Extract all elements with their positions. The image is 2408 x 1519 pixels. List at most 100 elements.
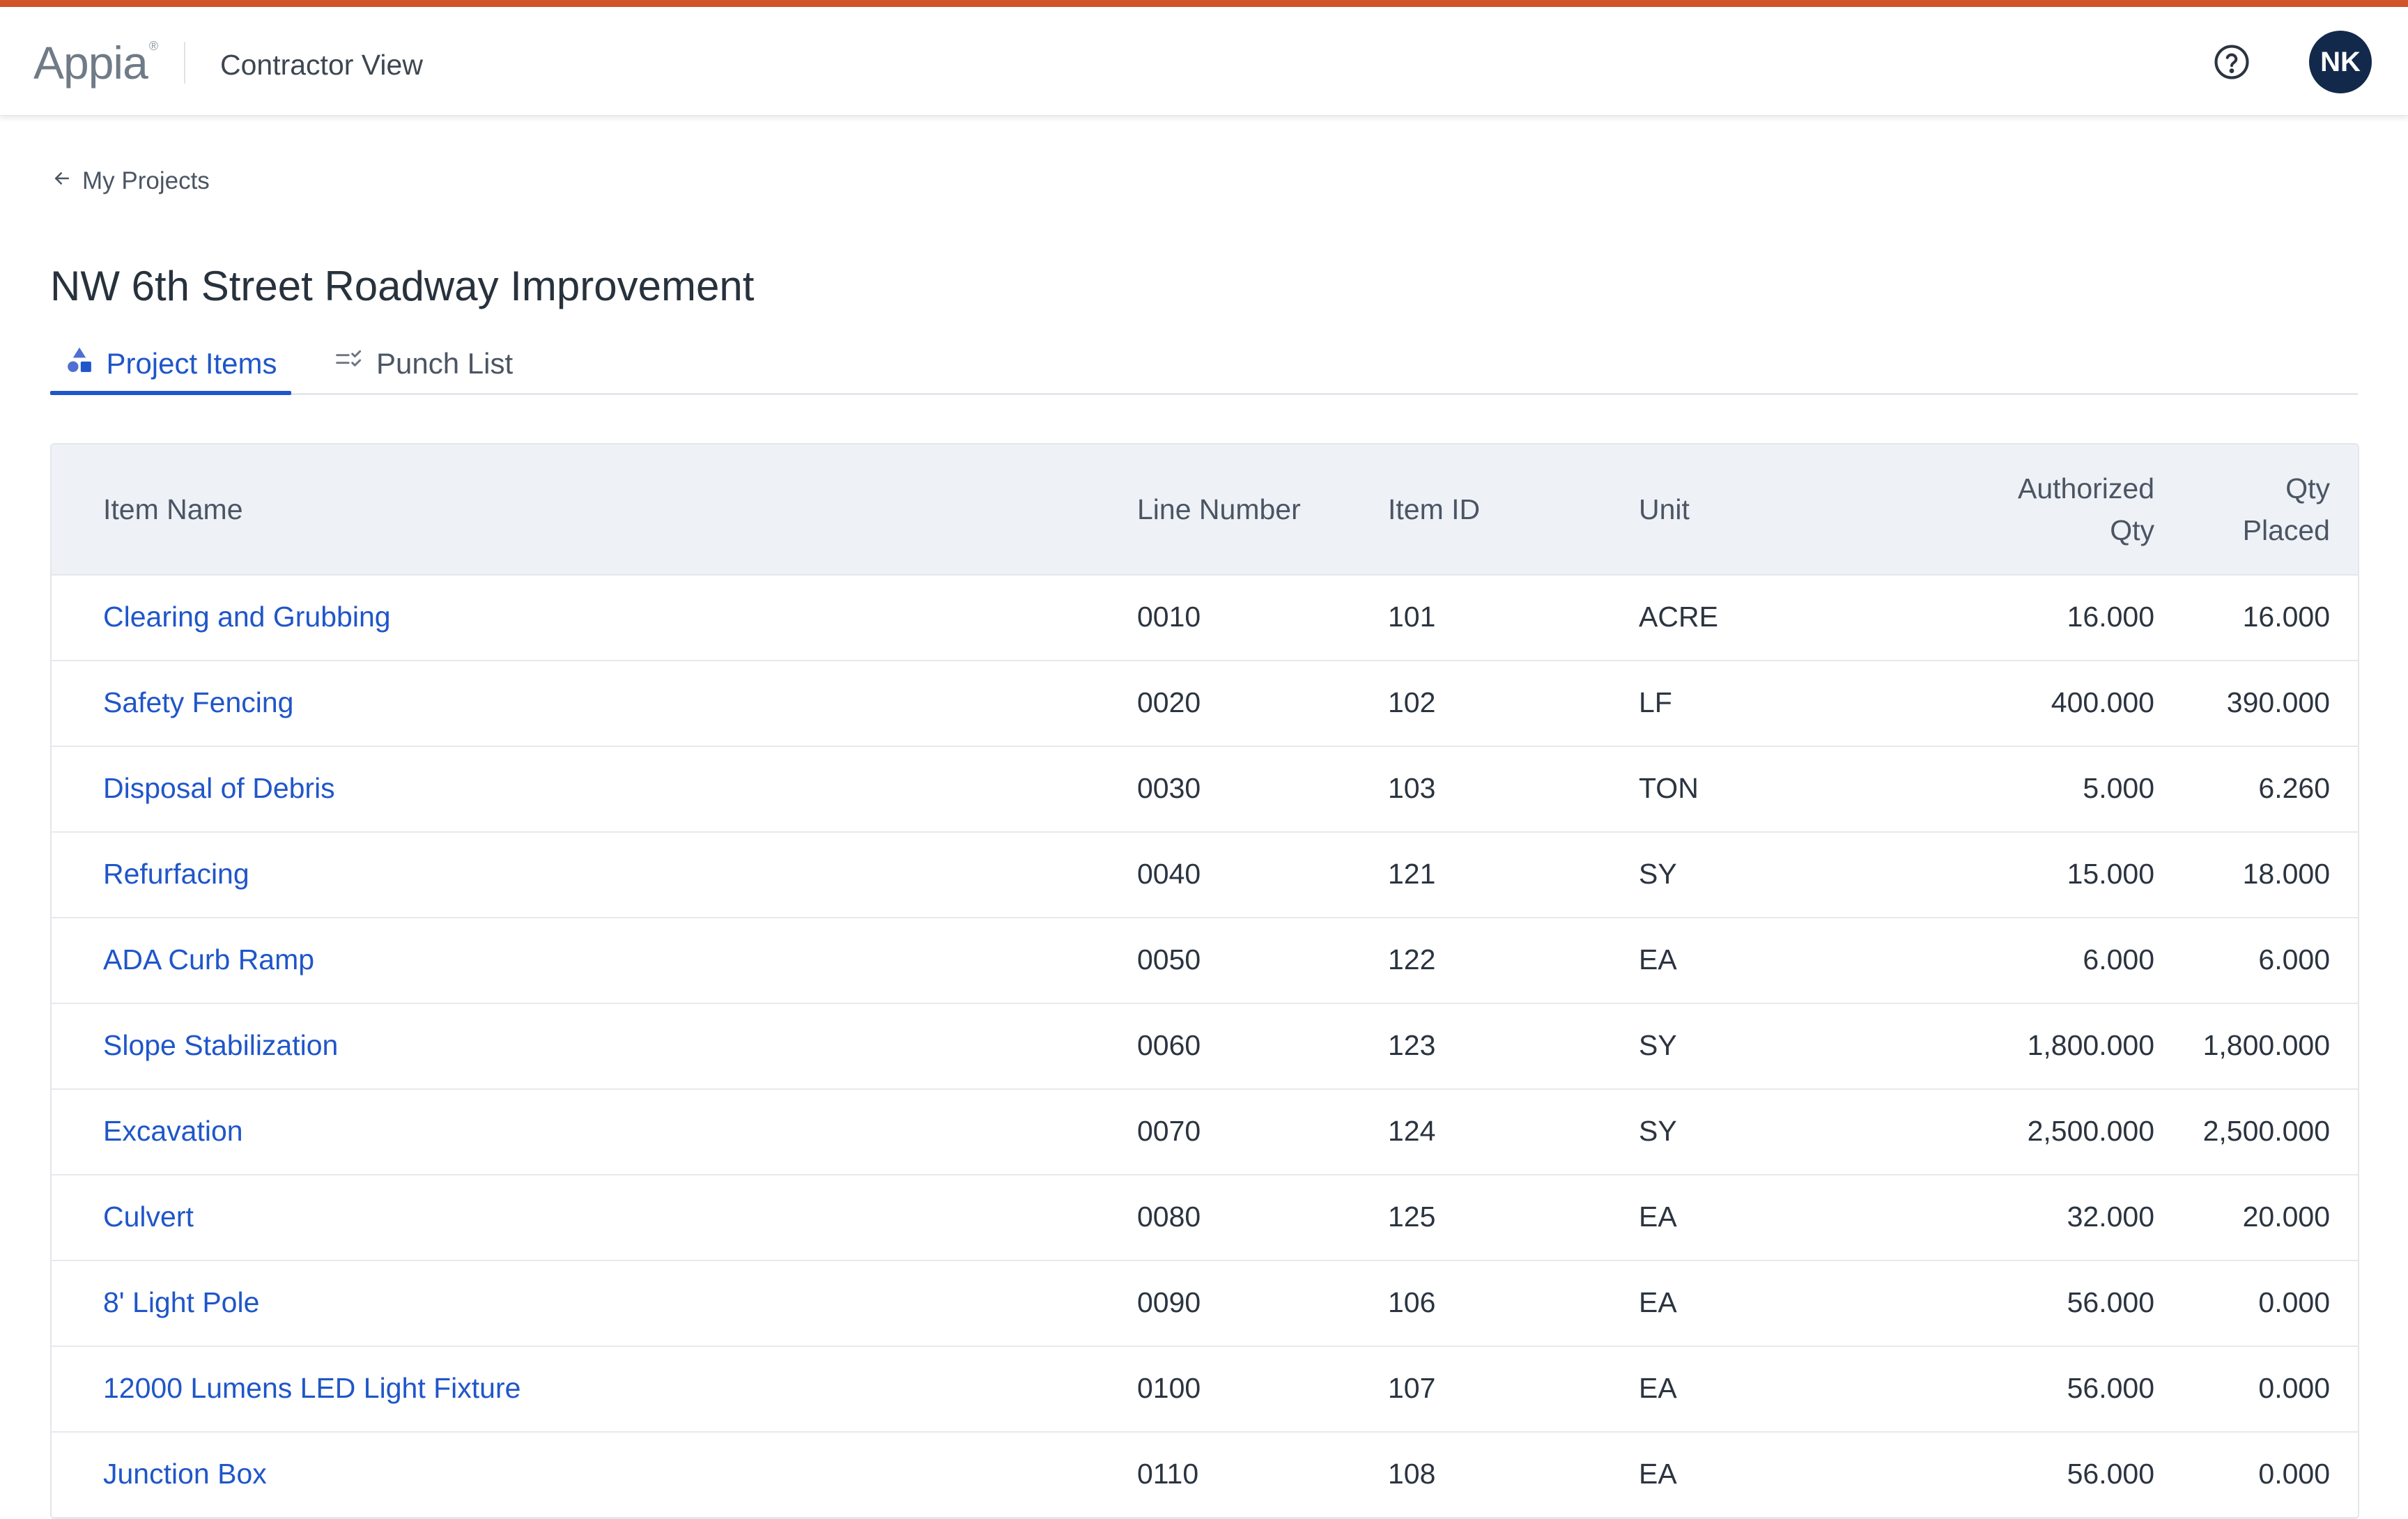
unit: SY	[1639, 858, 1677, 890]
item-id: 106	[1388, 1286, 1436, 1318]
page-title: NW 6th Street Roadway Improvement	[50, 263, 755, 310]
item-id: 102	[1388, 686, 1436, 718]
unit: SY	[1639, 1029, 1677, 1061]
item-id: 122	[1388, 943, 1436, 976]
item-name-link[interactable]: 12000 Lumens LED Light Fixture	[103, 1345, 1079, 1431]
unit: LF	[1639, 686, 1672, 718]
item-name-link[interactable]: ADA Curb Ramp	[103, 917, 1079, 1003]
item-name-link[interactable]: Excavation	[103, 1088, 1079, 1174]
line-number: 0080	[1137, 1201, 1201, 1233]
item-name-link[interactable]: Junction Box	[103, 1431, 1079, 1517]
col-line-number[interactable]: Line Number	[1137, 488, 1346, 530]
col-qty-placed-line1: Qty	[2285, 472, 2330, 504]
authorized-qty: 400.000	[2051, 686, 2154, 718]
item-name-link[interactable]: 8' Light Pole	[103, 1260, 1079, 1345]
line-number: 0030	[1137, 772, 1201, 804]
shapes-icon	[64, 345, 95, 383]
unit: ACRE	[1639, 601, 1718, 633]
help-circle-icon[interactable]	[2213, 43, 2251, 81]
item-id: 107	[1388, 1372, 1436, 1404]
line-number: 0090	[1137, 1286, 1201, 1318]
header-divider	[184, 42, 185, 84]
top-accent-bar	[0, 0, 2408, 7]
qty-placed: 0.000	[2258, 1286, 2330, 1318]
breadcrumb-my-projects[interactable]: My Projects	[82, 167, 210, 195]
authorized-qty: 2,500.000	[2027, 1115, 2154, 1147]
table-row: 12000 Lumens LED Light Fixture 0100 107 …	[52, 1345, 2358, 1433]
tab-bar: Project Items Punch List	[50, 334, 2358, 395]
user-avatar[interactable]: NK	[2309, 31, 2372, 93]
item-name-link[interactable]: Clearing and Grubbing	[103, 574, 1079, 660]
qty-placed: 2,500.000	[2202, 1115, 2330, 1147]
item-id: 108	[1388, 1458, 1436, 1490]
table-row: Junction Box 0110 108 EA 56.000 0.000	[52, 1431, 2358, 1518]
table-header: Item Name Line Number Item ID Unit Autho…	[52, 445, 2358, 576]
unit: TON	[1639, 772, 1699, 804]
authorized-qty: 5.000	[2083, 772, 2154, 804]
item-name-link[interactable]: Culvert	[103, 1174, 1079, 1260]
breadcrumb[interactable]: My Projects	[52, 167, 210, 195]
table-row: Disposal of Debris 0030 103 TON 5.000 6.…	[52, 746, 2358, 833]
view-title: Contractor View	[220, 49, 423, 81]
authorized-qty: 32.000	[2067, 1201, 2154, 1233]
item-id: 125	[1388, 1201, 1436, 1233]
arrow-left-icon	[52, 167, 72, 195]
line-number: 0100	[1137, 1372, 1201, 1404]
tab-punch-list[interactable]: Punch List	[334, 334, 513, 393]
table-row: 8' Light Pole 0090 106 EA 56.000 0.000	[52, 1260, 2358, 1347]
qty-placed: 6.260	[2258, 772, 2330, 804]
table-row: Culvert 0080 125 EA 32.000 20.000	[52, 1174, 2358, 1261]
line-number: 0050	[1137, 943, 1201, 976]
unit: SY	[1639, 1115, 1677, 1147]
qty-placed: 0.000	[2258, 1458, 2330, 1490]
qty-placed: 6.000	[2258, 943, 2330, 976]
col-qty-placed[interactable]: Qty Placed	[2170, 468, 2330, 551]
item-name-link[interactable]: Safety Fencing	[103, 660, 1079, 746]
qty-placed: 0.000	[2258, 1372, 2330, 1404]
table-row: Excavation 0070 124 SY 2,500.000 2,500.0…	[52, 1088, 2358, 1175]
item-id: 123	[1388, 1029, 1436, 1061]
checklist-icon	[334, 345, 365, 383]
qty-placed: 20.000	[2242, 1201, 2330, 1233]
authorized-qty: 16.000	[2067, 601, 2154, 633]
qty-placed: 18.000	[2242, 858, 2330, 890]
tab-label: Punch List	[376, 347, 514, 380]
col-unit[interactable]: Unit	[1639, 488, 1848, 530]
line-number: 0010	[1137, 601, 1201, 633]
item-id: 103	[1388, 772, 1436, 804]
app-logo[interactable]: Appia ®	[33, 36, 158, 89]
qty-placed: 16.000	[2242, 601, 2330, 633]
col-item-id[interactable]: Item ID	[1388, 488, 1597, 530]
table-row: Refurfacing 0040 121 SY 15.000 18.000	[52, 831, 2358, 918]
col-item-name[interactable]: Item Name	[103, 488, 1079, 530]
table-row: Slope Stabilization 0060 123 SY 1,800.00…	[52, 1003, 2358, 1090]
unit: EA	[1639, 1458, 1677, 1490]
authorized-qty: 56.000	[2067, 1458, 2154, 1490]
col-qty-placed-line2: Placed	[2242, 514, 2330, 546]
authorized-qty: 1,800.000	[2027, 1029, 2154, 1061]
item-id: 121	[1388, 858, 1436, 890]
logo-text: Appia	[33, 37, 148, 88]
avatar-initials: NK	[2320, 46, 2361, 77]
unit: EA	[1639, 1201, 1677, 1233]
line-number: 0070	[1137, 1115, 1201, 1147]
authorized-qty: 56.000	[2067, 1372, 2154, 1404]
project-items-table: Item Name Line Number Item ID Unit Autho…	[50, 443, 2359, 1519]
unit: EA	[1639, 1372, 1677, 1404]
table-row: ADA Curb Ramp 0050 122 EA 6.000 6.000	[52, 917, 2358, 1004]
tab-label: Project Items	[106, 347, 277, 380]
col-authorized-qty[interactable]: Authorized Qty	[1863, 468, 2154, 551]
tab-project-items[interactable]: Project Items	[50, 334, 291, 395]
item-name-link[interactable]: Refurfacing	[103, 831, 1079, 917]
line-number: 0040	[1137, 858, 1201, 890]
item-name-link[interactable]: Disposal of Debris	[103, 746, 1079, 831]
item-id: 124	[1388, 1115, 1436, 1147]
logo-mark: ®	[148, 39, 158, 53]
authorized-qty: 6.000	[2083, 943, 2154, 976]
table-row: Safety Fencing 0020 102 LF 400.000 390.0…	[52, 660, 2358, 747]
item-name-link[interactable]: Slope Stabilization	[103, 1003, 1079, 1088]
authorized-qty: 56.000	[2067, 1286, 2154, 1318]
qty-placed: 1,800.000	[2202, 1029, 2330, 1061]
line-number: 0020	[1137, 686, 1201, 718]
qty-placed: 390.000	[2226, 686, 2330, 718]
